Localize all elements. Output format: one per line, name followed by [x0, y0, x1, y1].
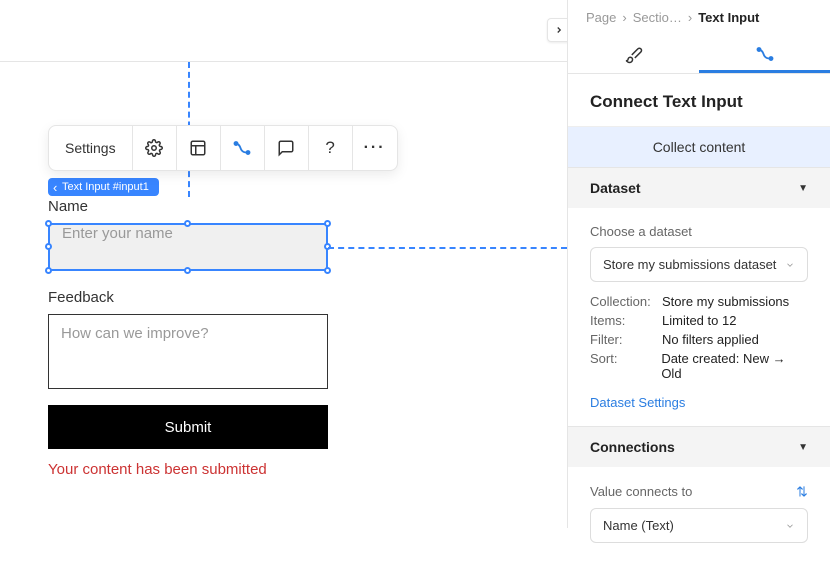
tab-design[interactable] [568, 37, 699, 73]
handle-tl[interactable] [45, 220, 52, 227]
dataset-section-header[interactable]: Dataset ▼ [568, 167, 830, 208]
feedback-label: Feedback [48, 289, 328, 306]
canvas-top-band [0, 0, 567, 62]
feedback-textarea[interactable]: How can we improve? [48, 314, 328, 389]
value-select[interactable]: Name (Text) [590, 508, 808, 543]
name-label: Name [48, 198, 328, 215]
form-area: Name Enter your name Feedback How can we… [48, 198, 328, 478]
breadcrumb: Page › Sectio… › Text Input [568, 0, 830, 37]
comment-icon [277, 139, 295, 157]
help-icon: ? [325, 138, 334, 158]
filter-row: Filter:No filters applied [590, 332, 808, 347]
dataset-section-title: Dataset [590, 180, 641, 196]
more-icon-button[interactable]: ··· [353, 126, 397, 170]
settings-button[interactable]: Settings [49, 126, 133, 170]
dataset-section-body: Choose a dataset Store my submissions da… [568, 208, 830, 426]
panel-tabs [568, 37, 830, 74]
editor-canvas: Settings ? ··· Text Input #input1 Name E… [0, 0, 567, 528]
collection-row: Collection:Store my submissions [590, 294, 808, 309]
breadcrumb-section[interactable]: Sectio… [633, 10, 682, 25]
filter-key: Filter: [590, 332, 662, 347]
sort-value: Date created: New → Old [661, 351, 808, 381]
handle-tr[interactable] [324, 220, 331, 227]
handle-tc[interactable] [184, 220, 191, 227]
connect-icon-button[interactable] [221, 126, 265, 170]
success-message: Your content has been submitted [48, 461, 328, 478]
context-toolbar: Settings ? ··· [48, 125, 398, 171]
chevron-down-icon [785, 521, 795, 531]
connect-icon [233, 139, 251, 157]
gear-icon-button[interactable] [133, 126, 177, 170]
items-key: Items: [590, 313, 662, 328]
collection-value: Store my submissions [662, 294, 789, 309]
items-row: Items:Limited to 12 [590, 313, 808, 328]
connect-icon [756, 45, 774, 63]
dataset-settings-link[interactable]: Dataset Settings [590, 395, 685, 410]
chevron-right-icon [554, 25, 564, 35]
layout-icon-button[interactable] [177, 126, 221, 170]
submit-button[interactable]: Submit [48, 405, 328, 449]
more-icon: ··· [364, 139, 386, 157]
brush-icon [625, 46, 643, 64]
caret-down-icon: ▼ [798, 183, 808, 194]
dataset-select-value: Store my submissions dataset [603, 257, 776, 272]
choose-dataset-label: Choose a dataset [590, 224, 808, 239]
items-value: Limited to 12 [662, 313, 736, 328]
caret-down-icon: ▼ [798, 442, 808, 453]
chevron-right-icon: › [622, 10, 626, 25]
layout-icon [189, 139, 207, 157]
sort-key: Sort: [590, 351, 661, 381]
gear-icon [145, 139, 163, 157]
connections-section-body: Value connects to ⇄ Name (Text) [568, 467, 830, 563]
tab-connect[interactable] [699, 37, 830, 73]
collection-key: Collection: [590, 294, 662, 309]
collect-content-header[interactable]: Collect content [568, 127, 830, 167]
filter-value: No filters applied [662, 332, 759, 347]
panel-title: Connect Text Input [568, 74, 830, 127]
swap-icon[interactable]: ⇄ [794, 486, 811, 498]
chevron-down-icon [785, 260, 795, 270]
value-connects-label: Value connects to [590, 484, 692, 499]
comment-icon-button[interactable] [265, 126, 309, 170]
connections-section-title: Connections [590, 439, 675, 455]
connections-section-header[interactable]: Connections ▼ [568, 426, 830, 467]
selected-input-wrapper[interactable]: Enter your name [48, 223, 328, 271]
breadcrumb-page[interactable]: Page [586, 10, 616, 25]
help-icon-button[interactable]: ? [309, 126, 353, 170]
dataset-select[interactable]: Store my submissions dataset [590, 247, 808, 282]
name-input[interactable]: Enter your name [50, 225, 326, 269]
sort-row: Sort:Date created: New → Old [590, 351, 808, 381]
handle-ml[interactable] [45, 243, 52, 250]
handle-br[interactable] [324, 267, 331, 274]
element-tag[interactable]: Text Input #input1 [48, 178, 159, 196]
chevron-right-icon: › [688, 10, 692, 25]
guide-horizontal [328, 247, 567, 249]
value-select-value: Name (Text) [603, 518, 674, 533]
breadcrumb-current: Text Input [698, 10, 759, 25]
inspector-panel: Page › Sectio… › Text Input Connect Text… [567, 0, 830, 528]
handle-bc[interactable] [184, 267, 191, 274]
handle-bl[interactable] [45, 267, 52, 274]
